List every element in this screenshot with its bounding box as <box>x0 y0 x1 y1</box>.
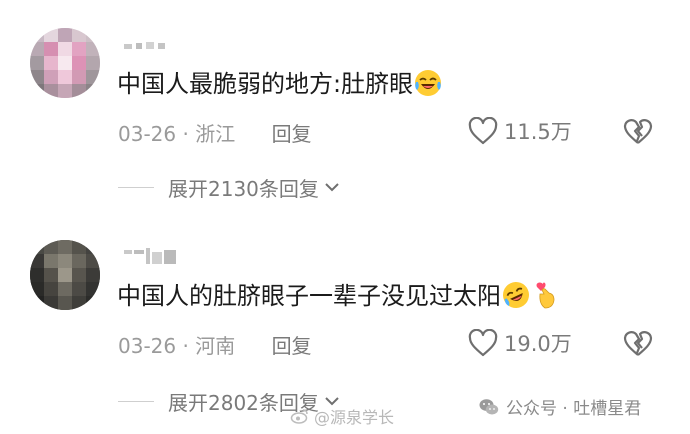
dislike-button[interactable] <box>622 328 654 360</box>
rofl-emoji-icon <box>501 280 531 310</box>
comment-body: 中国人最脆弱的地方:肚脐眼 <box>117 70 414 98</box>
comment-region: 河南 <box>195 334 236 358</box>
comment-text: 中国人最脆弱的地方:肚脐眼 <box>117 66 443 102</box>
comment-date: 03-26 <box>118 334 177 358</box>
reply-button[interactable]: 回复 <box>272 334 312 358</box>
weibo-watermark-text: @源泉学长 <box>314 408 395 427</box>
comment-item: 中国人最脆弱的地方:肚脐眼 03-26 · 浙江 回复 11.5万 展开2130… <box>0 0 690 212</box>
comment-text: 中国人的肚脐眼子一辈子没见过太阳 <box>117 278 561 314</box>
comment-meta: 03-26 · 浙江 回复 <box>118 118 312 147</box>
comment-date: 03-26 <box>118 122 177 146</box>
chevron-down-icon <box>325 183 339 192</box>
username-blurred[interactable] <box>122 246 182 264</box>
broken-heart-icon <box>623 119 653 144</box>
heart-icon <box>468 329 498 357</box>
avatar[interactable] <box>30 28 100 98</box>
finger-heart-emoji-icon <box>531 280 561 310</box>
expand-replies-label: 展开2130条回复 <box>168 176 319 201</box>
dislike-button[interactable] <box>622 116 654 148</box>
divider-line <box>118 400 154 402</box>
reply-button[interactable]: 回复 <box>272 122 312 146</box>
broken-heart-icon <box>623 331 653 356</box>
username-blurred[interactable] <box>122 38 182 52</box>
laughing-tears-emoji-icon <box>413 68 443 98</box>
like-button[interactable]: 19.0万 <box>468 326 572 360</box>
comment-region: 浙江 <box>195 122 236 146</box>
wechat-watermark: 公众号 · 吐槽星君 <box>478 394 641 419</box>
meta-separator: · <box>176 334 196 358</box>
avatar[interactable] <box>30 240 100 310</box>
wechat-icon <box>479 398 499 414</box>
divider-line <box>118 186 154 188</box>
like-count: 19.0万 <box>504 332 572 356</box>
like-count: 11.5万 <box>504 120 572 144</box>
expand-replies-button[interactable]: 展开2130条回复 <box>118 172 341 202</box>
weibo-watermark: @源泉学长 <box>290 404 394 428</box>
comment-item: 中国人的肚脐眼子一辈子没见过太阳 03-26 · 河南 回复 19.0万 展开2… <box>0 212 690 424</box>
weibo-icon <box>290 409 308 424</box>
meta-separator: · <box>176 122 196 146</box>
heart-icon <box>468 117 498 145</box>
wechat-watermark-text: 公众号 · 吐槽星君 <box>506 399 642 419</box>
comment-body: 中国人的肚脐眼子一辈子没见过太阳 <box>117 282 501 310</box>
comment-meta: 03-26 · 河南 回复 <box>118 330 312 359</box>
like-button[interactable]: 11.5万 <box>468 114 572 148</box>
